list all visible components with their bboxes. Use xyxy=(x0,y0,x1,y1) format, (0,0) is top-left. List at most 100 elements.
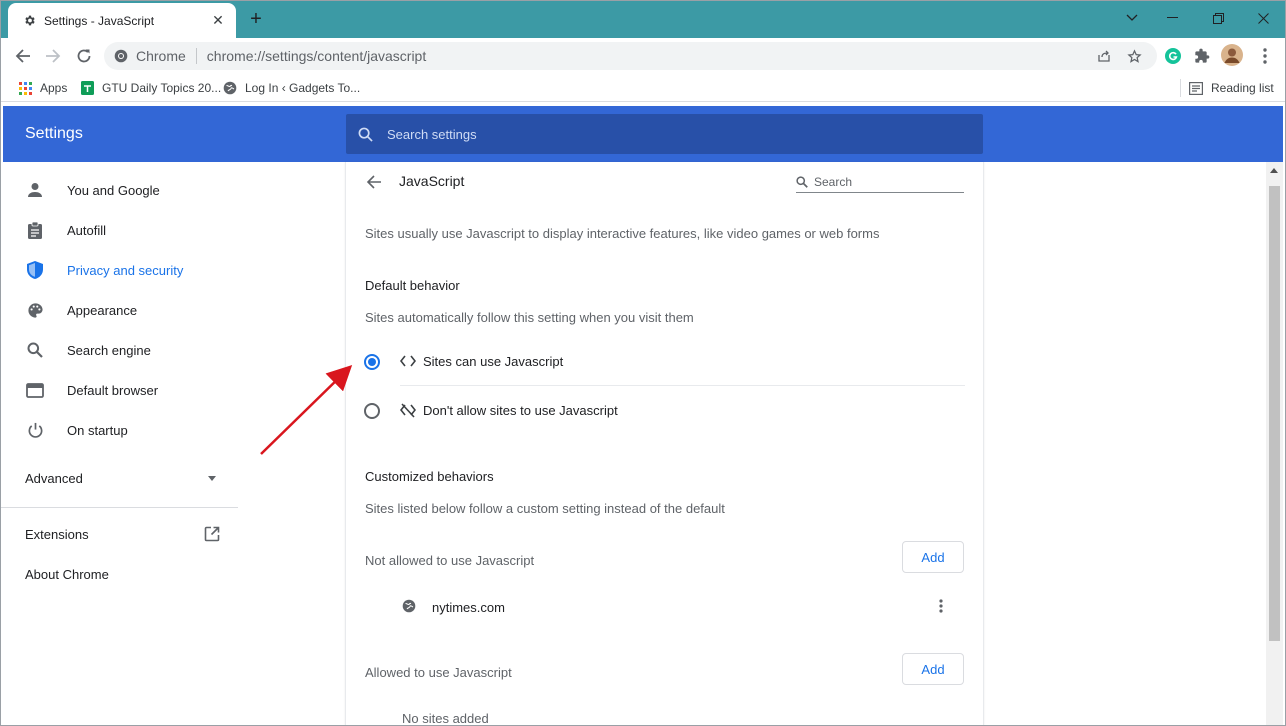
settings-search-placeholder: Search settings xyxy=(387,126,477,142)
palette-icon xyxy=(25,300,45,320)
sidebar-item-privacy-and-security[interactable]: Privacy and security xyxy=(0,250,238,290)
sidebar-item-label: On startup xyxy=(67,422,128,438)
scroll-up-arrow-icon[interactable] xyxy=(1270,168,1278,173)
allowed-label: Allowed to use Javascript xyxy=(365,665,512,680)
search-icon xyxy=(25,340,45,360)
sidebar-advanced-toggle[interactable]: Advanced xyxy=(0,458,238,498)
sidebar-item-appearance[interactable]: Appearance xyxy=(0,290,238,330)
site-label: Chrome xyxy=(136,48,186,64)
subpage-search-placeholder: Search xyxy=(814,175,853,189)
search-icon xyxy=(358,127,373,142)
url-text[interactable]: chrome://settings/content/javascript xyxy=(207,48,426,64)
extensions-puzzle-icon[interactable] xyxy=(1191,45,1213,67)
globe-icon xyxy=(223,81,237,95)
code-off-icon xyxy=(400,403,416,418)
browser-toolbar: Chrome chrome://settings/content/javascr… xyxy=(0,38,1286,74)
option-label: Sites can use Javascript xyxy=(423,354,564,369)
bookmark-label: Apps xyxy=(40,81,68,95)
sidebar-item-about-chrome[interactable]: About Chrome xyxy=(0,554,238,594)
add-allowed-button[interactable]: Add xyxy=(902,653,964,685)
sidebar-item-label: About Chrome xyxy=(25,566,109,582)
red-arrow-annotation xyxy=(260,365,353,455)
forward-arrow-icon[interactable] xyxy=(41,44,65,68)
sidebar-item-label: Privacy and security xyxy=(67,262,184,278)
search-icon xyxy=(796,176,808,188)
site-row-nytimes: nytimes.com xyxy=(400,592,960,622)
more-menu-icon[interactable] xyxy=(1254,45,1276,67)
title-bar: Settings - JavaScript ✕ + xyxy=(0,0,1286,38)
browser-tab[interactable]: Settings - JavaScript ✕ xyxy=(8,3,236,38)
clipboard-icon xyxy=(25,220,45,240)
back-arrow-icon[interactable] xyxy=(364,172,384,192)
bookmark-gtu[interactable]: GTU Daily Topics 20... xyxy=(80,79,221,97)
settings-gear-icon xyxy=(22,14,36,28)
person-icon xyxy=(25,180,45,200)
new-tab-button[interactable]: + xyxy=(246,8,266,30)
settings-title: Settings xyxy=(25,125,83,142)
more-actions-icon[interactable] xyxy=(939,599,943,613)
javascript-settings-card: JavaScript Search Sites usually use Java… xyxy=(345,162,984,726)
site-name: nytimes.com xyxy=(432,600,505,615)
bookmark-apps[interactable]: Apps xyxy=(18,79,67,97)
reading-list-label: Reading list xyxy=(1211,81,1274,95)
subpage-search-input[interactable]: Search xyxy=(796,172,964,193)
browser-window-icon xyxy=(25,380,45,400)
globe-icon xyxy=(402,599,416,613)
default-behavior-heading: Default behavior xyxy=(365,278,460,293)
not-allowed-label: Not allowed to use Javascript xyxy=(365,553,535,568)
grammarly-icon[interactable] xyxy=(1162,45,1184,67)
settings-search-field[interactable]: Search settings xyxy=(346,114,983,154)
no-sites-added-text: No sites added xyxy=(402,711,489,726)
sidebar-item-default-browser[interactable]: Default browser xyxy=(0,370,238,410)
option-allow-javascript[interactable]: Sites can use Javascript xyxy=(364,352,964,374)
default-behavior-subtext: Sites automatically follow this setting … xyxy=(365,310,694,325)
dropdown-arrow-icon xyxy=(208,476,216,481)
profile-avatar[interactable] xyxy=(1220,43,1244,67)
sidebar-item-extensions[interactable]: Extensions xyxy=(0,514,238,554)
reading-list-icon xyxy=(1189,81,1203,95)
page-title: JavaScript xyxy=(399,173,465,189)
reload-icon[interactable] xyxy=(72,44,96,68)
back-arrow-icon[interactable] xyxy=(11,44,35,68)
sidebar-item-search-engine[interactable]: Search engine xyxy=(0,330,238,370)
page-scrollbar[interactable] xyxy=(1266,162,1283,726)
close-tab-icon[interactable]: ✕ xyxy=(210,12,226,29)
radio-allow[interactable] xyxy=(364,354,380,370)
address-bar[interactable]: Chrome chrome://settings/content/javascr… xyxy=(104,42,1157,70)
settings-header: Settings Search settings xyxy=(3,106,1283,162)
sidebar-item-on-startup[interactable]: On startup xyxy=(0,410,238,450)
page-description: Sites usually use Javascript to display … xyxy=(365,226,880,241)
bookmark-label: GTU Daily Topics 20... xyxy=(102,81,222,95)
open-in-new-icon xyxy=(204,526,220,542)
bookmark-label: Log In ‹ Gadgets To... xyxy=(245,81,361,95)
scrollbar-thumb[interactable] xyxy=(1269,186,1280,641)
restore-icon[interactable] xyxy=(1195,0,1241,36)
radio-block[interactable] xyxy=(364,403,380,419)
reading-list-button[interactable]: Reading list xyxy=(1189,79,1274,97)
settings-sidebar: You and Google Autofill Privacy and secu… xyxy=(0,162,240,726)
minimize-icon[interactable] xyxy=(1149,0,1195,36)
option-label: Don't allow sites to use Javascript xyxy=(423,403,618,418)
sidebar-item-label: You and Google xyxy=(67,182,160,198)
tab-title: Settings - JavaScript xyxy=(44,13,155,28)
sidebar-item-you-and-google[interactable]: You and Google xyxy=(0,170,238,210)
sidebar-divider xyxy=(0,507,238,508)
sidebar-item-label: Extensions xyxy=(25,526,89,542)
sidebar-item-label: Default browser xyxy=(67,382,159,398)
sidebar-item-label: Search engine xyxy=(67,342,151,358)
bookmark-gadgets[interactable]: Log In ‹ Gadgets To... xyxy=(223,79,360,97)
option-divider xyxy=(400,385,965,386)
close-window-icon[interactable] xyxy=(1240,0,1286,36)
share-icon[interactable] xyxy=(1095,47,1113,65)
sidebar-item-autofill[interactable]: Autofill xyxy=(0,210,238,250)
customized-behaviors-subtext: Sites listed below follow a custom setti… xyxy=(365,501,725,516)
bookmarks-bar: Apps GTU Daily Topics 20... Log In ‹ Gad… xyxy=(0,74,1286,102)
add-not-allowed-button[interactable]: Add xyxy=(902,541,964,573)
bookmark-star-icon[interactable] xyxy=(1125,47,1143,65)
sidebar-item-label: Appearance xyxy=(67,302,138,318)
power-icon xyxy=(25,420,45,440)
shield-icon xyxy=(25,260,45,280)
bookmarks-divider xyxy=(1180,79,1181,97)
option-block-javascript[interactable]: Don't allow sites to use Javascript xyxy=(364,401,964,423)
chrome-logo-icon xyxy=(114,49,128,63)
